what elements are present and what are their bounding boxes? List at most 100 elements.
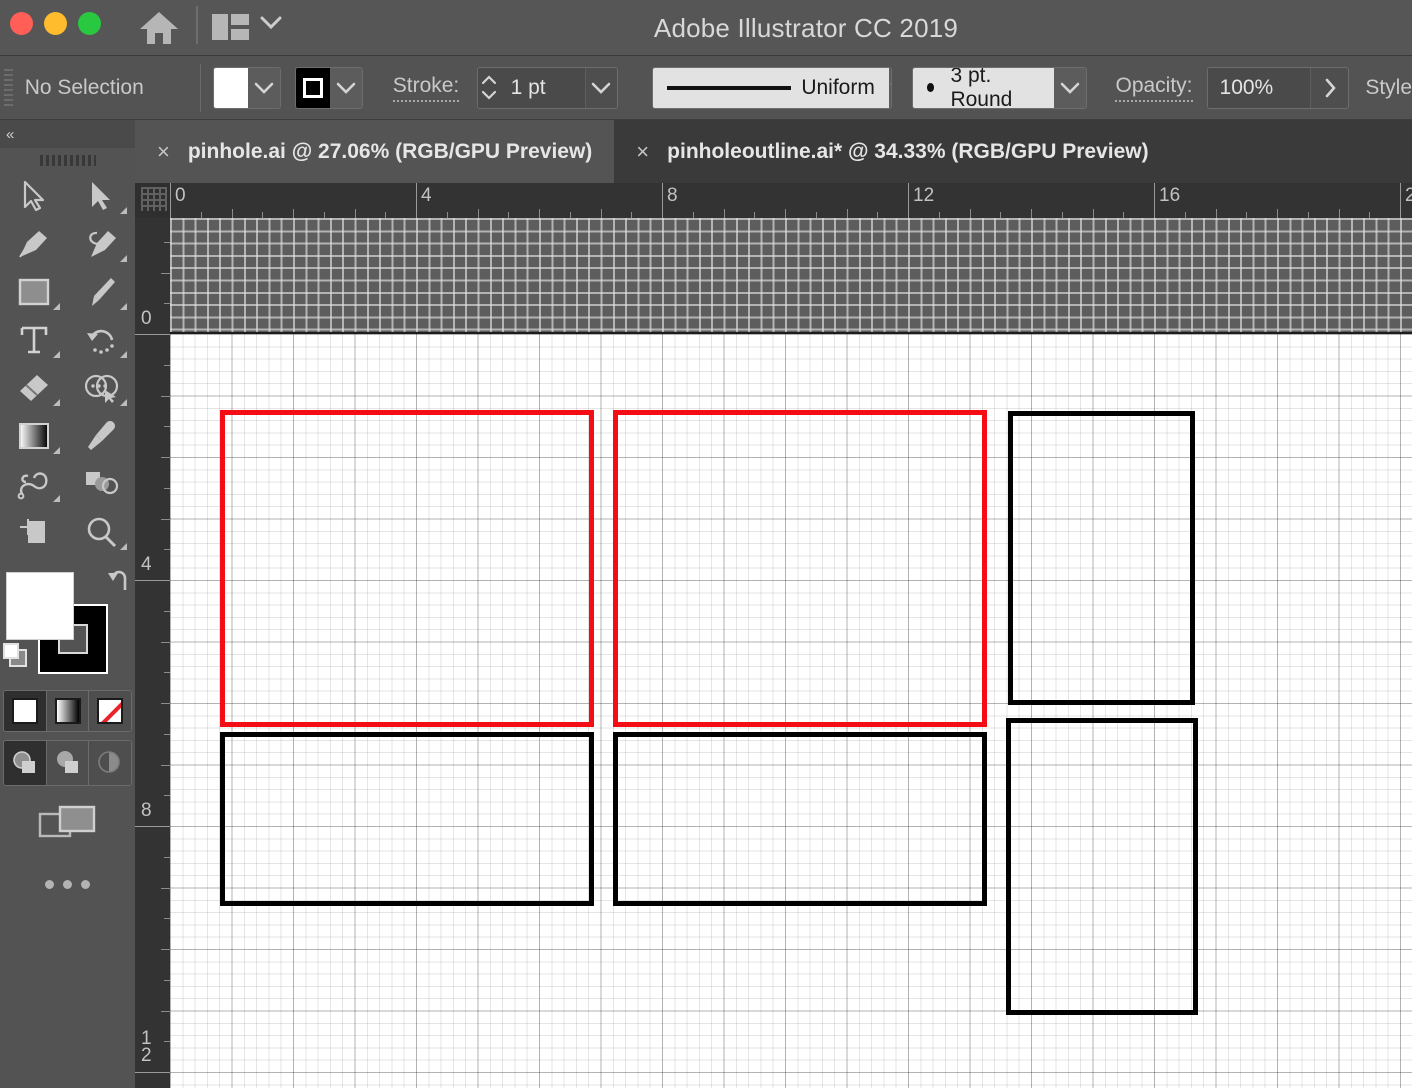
round-brush-icon: [927, 83, 935, 92]
color-mode-button[interactable]: [4, 691, 47, 731]
stroke-weight-chevron-down-icon[interactable]: [584, 67, 618, 108]
eyedropper-tool[interactable]: [68, 412, 136, 460]
ruler-origin-corner[interactable]: [135, 183, 170, 218]
rectangle-tool[interactable]: [0, 268, 68, 316]
opacity-label[interactable]: Opacity:: [1115, 74, 1193, 102]
stroke-swatch[interactable]: [295, 67, 331, 108]
uniform-profile-icon: [667, 85, 792, 90]
rect-black-top-right[interactable]: [1008, 411, 1195, 705]
title-bar: Adobe Illustrator CC 2019: [0, 0, 1412, 56]
ruler-major-tick: [1400, 183, 1401, 218]
opacity-chevron-right-icon[interactable]: [1310, 67, 1349, 108]
gradient-tool[interactable]: [0, 412, 68, 460]
tool-group-corner-icon: [120, 303, 127, 310]
paint-mode-bar: [3, 690, 132, 732]
direct-selection-tool[interactable]: [68, 172, 136, 220]
tool-group-corner-icon: [52, 351, 60, 358]
tool-grid: [0, 172, 135, 556]
curvature-pen-tool[interactable]: [68, 220, 136, 268]
close-icon[interactable]: ×: [157, 139, 170, 165]
tool-group-corner-icon: [52, 447, 60, 454]
ruler-label: 8: [667, 185, 678, 206]
toolbar-fill-swatch[interactable]: [6, 572, 74, 640]
ruler-tick: [161, 641, 170, 643]
stroke-weight-spinner[interactable]: [478, 67, 501, 108]
stroke-chevron-down-icon[interactable]: [330, 67, 362, 108]
gradient-mode-button[interactable]: [46, 691, 90, 731]
zoom-tool[interactable]: [68, 508, 136, 556]
rect-black-right-lower[interactable]: [1006, 718, 1198, 1015]
stroke-profile-value: Uniform: [801, 75, 875, 99]
brush-chevron-down-icon[interactable]: [1054, 67, 1087, 108]
default-fill-stroke-icon[interactable]: [2, 642, 30, 670]
type-tool[interactable]: [0, 316, 68, 364]
document-canvas[interactable]: [170, 218, 1412, 1088]
eraser-tool[interactable]: [0, 364, 68, 412]
document-tab-pinhole[interactable]: × pinhole.ai @ 27.06% (RGB/GPU Preview): [135, 120, 615, 183]
artboard-tool[interactable]: [0, 508, 68, 556]
stroke-profile-face[interactable]: Uniform: [653, 67, 889, 108]
draw-behind-button[interactable]: [46, 741, 90, 785]
change-screen-mode-icon[interactable]: [0, 794, 135, 850]
brush-face[interactable]: 3 pt. Round: [913, 67, 1055, 108]
stroke-profile-control[interactable]: Uniform: [652, 66, 893, 109]
opacity-input[interactable]: 100%: [1207, 67, 1311, 108]
draw-normal-button[interactable]: [4, 741, 47, 785]
ruler-label: 0: [175, 185, 186, 206]
brush-definition-control[interactable]: 3 pt. Round: [912, 66, 1088, 109]
ruler-tick: [477, 209, 479, 218]
selection-status: No Selection: [24, 75, 144, 99]
none-mode-button[interactable]: [89, 691, 131, 731]
shape-builder-tool[interactable]: [68, 364, 136, 412]
draw-inside-button[interactable]: [89, 741, 131, 785]
ruler-major-tick: [170, 183, 171, 218]
ruler-tick: [539, 209, 540, 218]
collapse-panel-button[interactable]: «: [0, 120, 135, 148]
tab-label: pinhole.ai @ 27.06% (RGB/GPU Preview): [187, 139, 593, 163]
opacity-control[interactable]: 100%: [1206, 66, 1350, 109]
ruler-tick: [161, 887, 170, 889]
ruler-label: 20: [1405, 185, 1412, 206]
stroke-color-control[interactable]: [294, 66, 363, 109]
rect-black-bottom-mid[interactable]: [613, 732, 987, 906]
tool-group-corner-icon: [52, 399, 60, 406]
stroke-weight-label[interactable]: Stroke:: [392, 74, 460, 102]
edit-toolbar-ellipsis-icon[interactable]: [0, 860, 135, 908]
ruler-tick: [354, 209, 356, 218]
rect-red-top-middle[interactable]: [613, 410, 987, 727]
ruler-tick: [161, 395, 170, 397]
fill-chevron-down-icon[interactable]: [248, 67, 280, 108]
ruler-major-tick: [1154, 183, 1155, 218]
pen-tool[interactable]: [0, 220, 68, 268]
control-bar-grip[interactable]: [4, 68, 13, 107]
tool-group-corner-icon: [52, 303, 60, 310]
ruler-major-tick: [662, 183, 663, 218]
stroke-weight-stepper[interactable]: 1 pt: [477, 66, 619, 109]
stroke-weight-input[interactable]: 1 pt: [500, 67, 585, 108]
fill-color-control[interactable]: [212, 66, 281, 109]
document-tab-pinholeoutline[interactable]: × pinholeoutline.ai* @ 34.33% (RGB/GPU P…: [614, 120, 1170, 183]
rotate-tool[interactable]: [68, 316, 136, 364]
ruler-label: 4: [141, 554, 152, 575]
ruler-tick: [723, 209, 725, 218]
tool-group-corner-icon: [120, 399, 127, 406]
ruler-tick: [161, 764, 170, 766]
style-label[interactable]: Style: [1365, 76, 1412, 100]
rect-black-bottom-left[interactable]: [220, 732, 594, 906]
horizontal-ruler[interactable]: 0 4 8 12 16 20: [170, 183, 1412, 218]
close-icon[interactable]: ×: [636, 139, 649, 165]
fill-swatch[interactable]: [213, 67, 249, 108]
stroke-profile-chevron-down-icon[interactable]: [888, 67, 892, 108]
swap-fill-stroke-icon[interactable]: [99, 568, 129, 599]
free-transform-tool[interactable]: [68, 460, 136, 508]
selection-tool[interactable]: [0, 172, 68, 220]
tool-group-corner-icon: [120, 351, 127, 358]
paintbrush-tool[interactable]: [68, 268, 136, 316]
tools-panel-grip[interactable]: [0, 148, 135, 172]
blend-tool[interactable]: [0, 460, 68, 508]
vertical-ruler[interactable]: 0 4 8 12: [135, 218, 170, 1088]
draw-mode-bar: [3, 740, 132, 786]
none-swatch-icon: [97, 698, 124, 724]
rect-red-top-left[interactable]: [220, 410, 594, 727]
ruler-label: 16: [1159, 185, 1181, 206]
